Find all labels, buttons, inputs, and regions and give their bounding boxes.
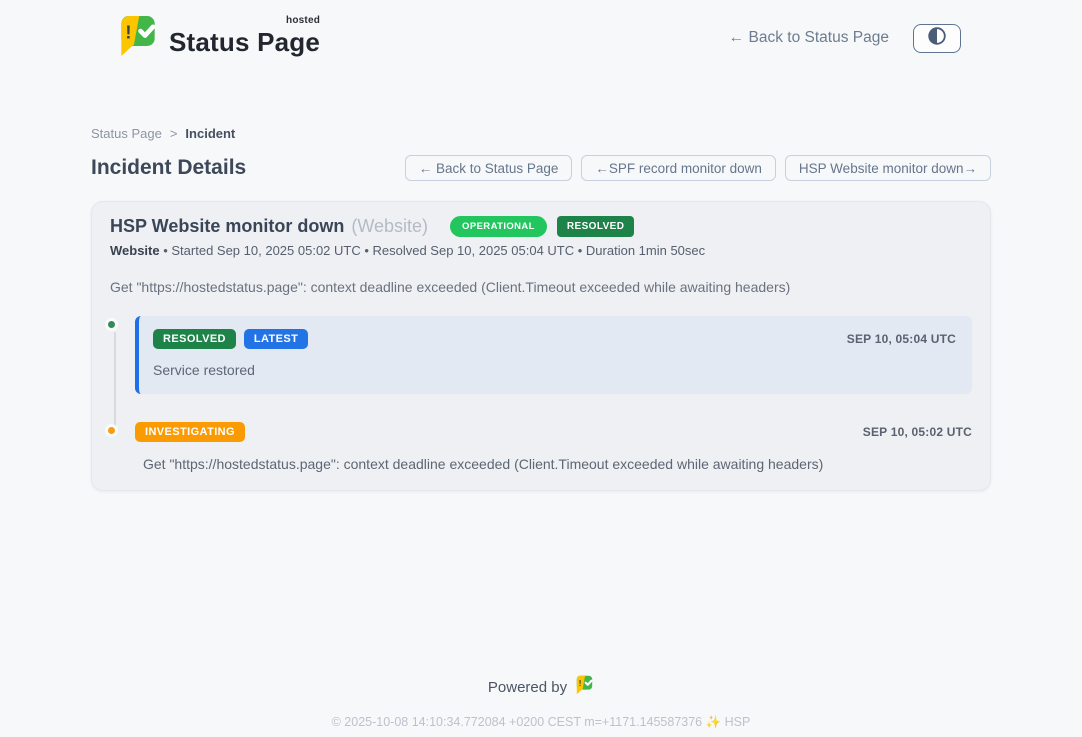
investigating-badge: INVESTIGATING [135,422,245,442]
next-incident-button[interactable]: HSP Website monitor down→ [785,155,991,181]
breadcrumb-separator: > [170,126,178,141]
theme-toggle-button[interactable] [913,24,961,53]
timeline-update-highlighted: RESOLVED LATEST SEP 10, 05:04 UTC Service r… [135,316,972,394]
latest-badge: LATEST [244,329,308,349]
footer: Powered by ! © 2025-10-08 14:10:34.77208… [0,675,1082,730]
back-to-status-page-button[interactable]: ← Back to Status Page [405,155,573,181]
header: ! Status Page hosted ← Back to Status Pa… [0,0,1082,76]
timeline-timestamp: SEP 10, 05:04 UTC [847,332,956,346]
brand-name: Status Page hosted [169,19,320,58]
contrast-icon [926,25,948,52]
svg-text:!: ! [125,21,131,42]
main-content: Status Page > Incident Incident Details … [91,76,991,491]
brand-superscript: hosted [286,15,320,26]
operational-status-badge: OPERATIONAL [450,216,547,237]
breadcrumb-current: Incident [185,126,235,141]
powered-by-label: Powered by [488,679,567,696]
incident-nav-buttons: ← Back to Status Page ←SPF record monito… [405,155,991,181]
timeline-timestamp: SEP 10, 05:02 UTC [863,425,972,439]
timeline: RESOLVED LATEST SEP 10, 05:04 UTC Service r… [110,316,972,472]
incident-card: HSP Website monitor down (Website) OPERA… [91,201,991,491]
timeline-entry: INVESTIGATING SEP 10, 05:02 UTC Get "https… [110,422,972,472]
incident-meta: Website • Started Sep 10, 2025 05:02 UTC… [110,243,972,258]
incident-meta-component: Website [110,243,160,258]
incident-description: Get "https://hostedstatus.page": context… [110,279,972,295]
powered-by: Powered by ! [0,675,1082,699]
header-back-link[interactable]: ← Back to Status Page [729,29,889,47]
breadcrumb-root[interactable]: Status Page [91,126,162,141]
timeline-dot-icon [105,318,118,331]
resolved-state-badge: RESOLVED [557,216,634,237]
timeline-message: Service restored [153,362,956,378]
incident-component: (Website) [351,216,428,237]
timeline-dot-icon [105,424,118,437]
timeline-message: Get "https://hostedstatus.page": context… [135,456,972,472]
svg-text:!: ! [579,678,582,688]
breadcrumb: Status Page > Incident [91,126,991,141]
status-bubble-icon-small[interactable]: ! [575,675,594,699]
incident-meta-details: • Started Sep 10, 2025 05:02 UTC • Resol… [160,243,706,258]
copyright-text: © 2025-10-08 14:10:34.772084 +0200 CEST … [0,715,1082,730]
page-title: Incident Details [91,156,246,180]
incident-title: HSP Website monitor down [110,216,344,237]
brand-logo[interactable]: ! Status Page hosted [118,14,320,63]
timeline-entry: RESOLVED LATEST SEP 10, 05:04 UTC Service r… [110,316,972,394]
status-bubble-icon: ! [118,14,158,63]
timeline-update: INVESTIGATING SEP 10, 05:02 UTC Get "https… [135,422,972,472]
previous-incident-button[interactable]: ←SPF record monitor down [581,155,776,181]
resolved-badge: RESOLVED [153,329,236,349]
